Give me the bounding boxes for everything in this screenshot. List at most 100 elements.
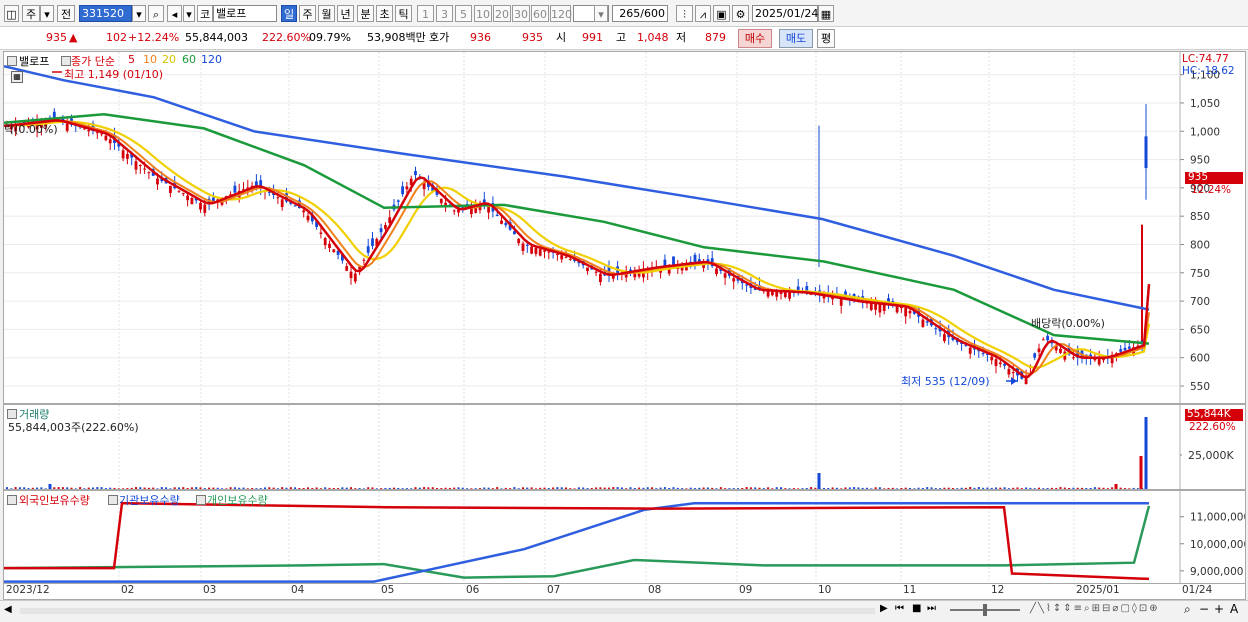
period-month-button[interactable]: 월 (318, 5, 335, 22)
candle-body (177, 190, 181, 192)
interval-1[interactable]: 1 (417, 5, 434, 22)
minus-icon[interactable]: − (1199, 602, 1209, 616)
volume-bar (242, 487, 245, 489)
up-arrow-icon: ▲ (69, 31, 78, 44)
candle-body (371, 238, 374, 246)
stock-name-field[interactable]: 밸로프 (213, 5, 277, 22)
y-tick-label: 700 (1190, 296, 1210, 308)
calculator-icon[interactable]: ▦ (11, 71, 23, 83)
layout-icon[interactable]: ◫ (4, 5, 19, 22)
volume-bar (423, 487, 426, 489)
period-minute-button[interactable]: 분 (357, 5, 374, 22)
holdings-y-tick: 11,000,000 (1190, 512, 1245, 524)
drawing-tools-icon[interactable]: ╱╲⌇↕⇕≡⌕⊞⊟⌀▢◊⊡⊕ (1030, 603, 1160, 614)
volume-bar (878, 487, 881, 489)
count-input[interactable]: 265/600 (612, 5, 668, 22)
period-tick-button[interactable]: 틱 (395, 5, 412, 22)
interval-120[interactable]: 120 (550, 5, 572, 22)
volume-bar (681, 488, 684, 489)
volume-bar (337, 488, 340, 489)
scroll-track[interactable] (20, 608, 875, 614)
fast-forward-icon[interactable]: ⏭ (927, 603, 936, 614)
volume-bar (534, 488, 537, 489)
inst-menu-icon[interactable] (108, 495, 118, 505)
date-input[interactable]: 2025/01/24 (752, 5, 818, 22)
volume-bar (612, 487, 615, 489)
period-year-button[interactable]: 년 (337, 5, 354, 22)
volume-bar (1046, 488, 1049, 489)
volume-bar (461, 487, 464, 489)
volume-bar (109, 487, 112, 489)
zoom-slider-handle[interactable] (983, 604, 987, 616)
candle-body (921, 319, 925, 327)
candle-body (487, 206, 490, 213)
volume-bar (1076, 487, 1079, 489)
candle-body (156, 178, 159, 185)
volume-bar (732, 488, 735, 489)
holdings-panel[interactable]: 11,000,000 10,000,000 9,000,000 외국인보유수량 기관… (3, 490, 1246, 584)
candle-body (452, 210, 456, 212)
indiv-menu-icon[interactable] (196, 495, 206, 505)
candle-body (366, 246, 370, 253)
period-week-button[interactable]: 주 (299, 5, 316, 22)
volume-tick: 25,000K (1188, 449, 1234, 462)
ma-menu-icon[interactable] (61, 56, 71, 66)
price-chart-panel[interactable]: 1,100 1,050 1,000 950 900 850 800 750 700 650 600 5… (3, 51, 1246, 404)
plus-icon[interactable]: + (1214, 602, 1224, 616)
period-week-dropdown[interactable]: 주 (22, 5, 40, 22)
scroll-left-icon[interactable]: ◀ (4, 604, 12, 615)
holdings-menu-icon[interactable] (7, 495, 17, 505)
panel-menu-icon[interactable] (7, 56, 17, 66)
volume-bar (780, 487, 782, 489)
sell-button[interactable]: 매도 (779, 29, 813, 48)
font-size-icon[interactable]: A (1230, 602, 1238, 616)
interval-3[interactable]: 3 (436, 5, 453, 22)
period-second-button[interactable]: 초 (376, 5, 393, 22)
ma-5-label: 5 (128, 53, 135, 66)
volume-bar (797, 488, 800, 489)
avg-button[interactable]: 평 (817, 29, 835, 48)
code-dropdown-icon[interactable]: ▾ (132, 5, 146, 22)
code-input[interactable]: 331520 (79, 5, 132, 22)
volume-bar (384, 488, 387, 489)
candle-body (323, 238, 327, 246)
volume-bar (547, 488, 550, 489)
interval-20[interactable]: 20 (493, 5, 511, 22)
stop-icon[interactable]: ■ (912, 603, 921, 614)
line-type-icon[interactable]: ⩘ (695, 5, 711, 22)
rewind-icon[interactable]: ⏮ (895, 603, 904, 614)
volume-bar (857, 487, 860, 489)
candle-type-icon[interactable]: ⫶ (676, 5, 693, 22)
save-icon[interactable]: ▣ (713, 5, 730, 22)
interval-30[interactable]: 30 (512, 5, 530, 22)
volume-bar (943, 487, 946, 489)
volume-menu-icon[interactable] (7, 409, 17, 419)
interval-60[interactable]: 60 (531, 5, 549, 22)
interval-10[interactable]: 10 (474, 5, 492, 22)
volume-bar (934, 488, 937, 489)
chevron-down-icon[interactable]: ▾ (40, 5, 54, 22)
speaker-dropdown-icon[interactable]: ▾ (183, 5, 195, 22)
foreign-holdings-label: 외국인보유수량 (19, 494, 90, 507)
calendar-icon[interactable]: ▦ (818, 5, 834, 22)
volume-bar (1111, 487, 1114, 489)
speaker-icon[interactable]: ◂ (167, 5, 182, 22)
volume-bar (1106, 488, 1109, 489)
volume-bar (350, 487, 352, 489)
volume-bar (393, 487, 395, 489)
candle-body (882, 304, 886, 311)
prev-button[interactable]: 전 (57, 5, 75, 22)
volume-bar (724, 488, 727, 489)
settings-gear-icon[interactable]: ⚙ (732, 5, 749, 22)
x-axis-label: 04 (291, 584, 305, 596)
candle-body (396, 200, 400, 202)
buy-button[interactable]: 매수 (738, 29, 772, 48)
volume-bar (225, 488, 228, 489)
volume-panel[interactable]: 거래량 55,844,003주(222.60%) 55,844K 222.60%… (3, 404, 1246, 490)
zoom-out-icon[interactable]: ⌕ (1184, 602, 1191, 617)
scroll-right-icon[interactable]: ▶ (880, 603, 888, 614)
period-day-button[interactable]: 일 (281, 5, 297, 22)
search-icon[interactable]: ⌕ (148, 5, 164, 22)
interval-dropdown-icon[interactable]: ▾ (594, 5, 608, 22)
interval-5[interactable]: 5 (455, 5, 472, 22)
